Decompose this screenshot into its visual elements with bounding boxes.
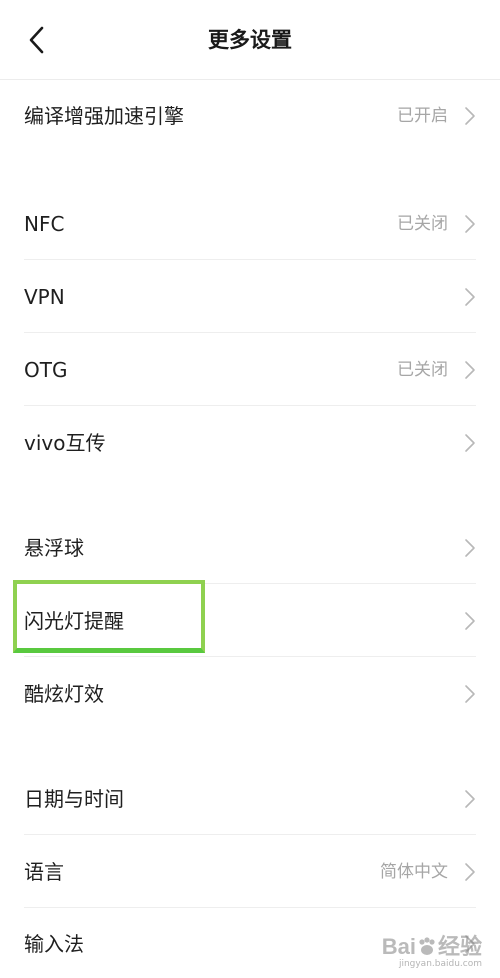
chevron-left-icon	[29, 26, 44, 54]
chevron-right-icon	[465, 539, 475, 557]
setting-label: OTG	[24, 358, 68, 382]
setting-label: 酷炫灯效	[24, 682, 104, 706]
setting-status: 已开启	[397, 106, 448, 126]
more-settings-screen: 更多设置 编译增强加速引擎 已开启 NFC 已关闭 VPN OTG 已关闭 vi…	[0, 0, 500, 978]
back-button[interactable]	[14, 18, 58, 62]
chevron-right-icon	[465, 361, 475, 379]
setting-row-vpn[interactable]: VPN	[0, 261, 500, 333]
setting-row-date-time[interactable]: 日期与时间	[0, 763, 500, 835]
setting-status: 简体中文	[380, 862, 448, 882]
setting-status: 已关闭	[397, 360, 448, 380]
setting-row-compile-boost[interactable]: 编译增强加速引擎 已开启	[0, 80, 500, 152]
setting-row-floating-ball[interactable]: 悬浮球	[0, 512, 500, 584]
chevron-right-icon	[465, 288, 475, 306]
setting-label: VPN	[24, 285, 65, 309]
chevron-right-icon	[465, 863, 475, 881]
setting-row-input-method[interactable]: 输入法	[0, 908, 500, 978]
setting-label: 编译增强加速引擎	[24, 104, 184, 128]
setting-row-otg[interactable]: OTG 已关闭	[0, 334, 500, 406]
top-bar: 更多设置	[0, 0, 500, 80]
setting-status: 已关闭	[397, 214, 448, 234]
chevron-right-icon	[465, 215, 475, 233]
setting-label: 闪光灯提醒	[24, 609, 124, 633]
setting-label: 日期与时间	[24, 787, 124, 811]
chevron-right-icon	[465, 434, 475, 452]
chevron-right-icon	[465, 107, 475, 125]
chevron-right-icon	[465, 790, 475, 808]
setting-label: 输入法	[24, 932, 84, 956]
page-title: 更多设置	[208, 28, 292, 52]
chevron-right-icon	[465, 612, 475, 630]
setting-row-vivo-share[interactable]: vivo互传	[0, 407, 500, 479]
chevron-right-icon	[465, 685, 475, 703]
setting-label: vivo互传	[24, 431, 106, 455]
setting-row-flash-notification[interactable]: 闪光灯提醒	[0, 585, 500, 657]
setting-row-light-effects[interactable]: 酷炫灯效	[0, 658, 500, 730]
setting-label: NFC	[24, 212, 65, 236]
setting-row-nfc[interactable]: NFC 已关闭	[0, 188, 500, 260]
setting-label: 语言	[24, 860, 64, 884]
chevron-right-icon	[465, 935, 475, 953]
setting-row-language[interactable]: 语言 简体中文	[0, 836, 500, 908]
setting-label: 悬浮球	[24, 536, 84, 560]
